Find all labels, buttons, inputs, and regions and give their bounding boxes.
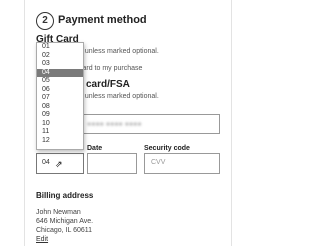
- month-dropdown-list[interactable]: 01 02 03 04 05 06 07 08 09 10 11 12: [36, 42, 84, 150]
- month-option[interactable]: 12: [37, 137, 83, 146]
- security-code-label: Security code: [144, 145, 190, 152]
- mouse-cursor-icon: ⇗: [55, 159, 63, 169]
- month-option[interactable]: 02: [37, 52, 83, 61]
- month-option-selected[interactable]: 04: [37, 68, 83, 77]
- month-option[interactable]: 11: [37, 128, 83, 137]
- billing-name: John Newman: [36, 209, 81, 216]
- cvv-input[interactable]: CVV: [144, 153, 220, 174]
- billing-street: 646 Michigan Ave.: [36, 218, 94, 225]
- month-option[interactable]: 09: [37, 111, 83, 120]
- edit-billing-link[interactable]: Edit: [36, 236, 48, 243]
- billing-address-heading: Billing address: [36, 191, 94, 200]
- card-required-note: d unless marked optional.: [79, 93, 159, 100]
- expiration-month-select[interactable]: 04 ⇗: [36, 153, 84, 174]
- gift-card-checkbox-label: card to my purchase: [79, 65, 143, 72]
- month-option[interactable]: 08: [37, 103, 83, 112]
- step-number-badge: 2: [36, 12, 54, 30]
- month-option[interactable]: 05: [37, 77, 83, 86]
- month-option[interactable]: 03: [37, 60, 83, 69]
- billing-city: Chicago, IL 60611: [36, 227, 93, 234]
- payment-method-title: Payment method: [58, 14, 147, 26]
- expiration-year-select[interactable]: [87, 153, 137, 174]
- page-edge-right: [231, 0, 256, 246]
- month-option[interactable]: 01: [37, 43, 83, 52]
- month-option[interactable]: 10: [37, 120, 83, 129]
- expiration-date-label: Date: [87, 145, 103, 152]
- gift-card-required-note: d unless marked optional.: [79, 48, 159, 55]
- blurred-card-number: ●●●● ●●●● ●●●●: [87, 121, 142, 128]
- month-option[interactable]: 06: [37, 86, 83, 95]
- month-option[interactable]: 07: [37, 94, 83, 103]
- page-edge-left: [0, 0, 25, 246]
- month-select-value: 04: [42, 159, 50, 166]
- card-fsa-heading: card/FSA: [86, 79, 130, 90]
